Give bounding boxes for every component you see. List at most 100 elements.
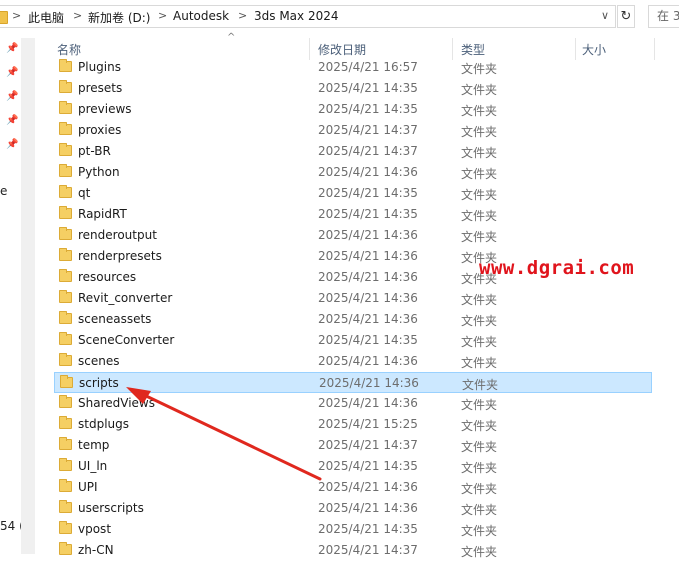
column-date[interactable]: 修改日期 [318,41,366,58]
table-row[interactable]: SceneConverter 2025/4/21 14:35 文件夹 [54,330,652,351]
folder-icon [60,375,73,388]
file-date: 2025/4/21 14:35 [318,522,418,536]
search-input[interactable]: 在 3 [648,5,679,28]
folder-icon [59,164,72,177]
file-name[interactable]: SharedViews [78,396,155,410]
refresh-icon[interactable]: ↻ [617,5,635,28]
table-row[interactable]: vpost 2025/4/21 14:35 文件夹 [54,519,652,540]
file-type: 文件夹 [461,482,498,496]
chevron-right-icon[interactable]: > [12,9,21,22]
pin-icon[interactable]: 📌 [6,92,18,102]
file-name[interactable]: RapidRT [78,207,127,221]
file-date: 2025/4/21 14:36 [318,354,418,368]
file-name[interactable]: SceneConverter [78,333,174,347]
table-row[interactable]: RapidRT 2025/4/21 14:35 文件夹 [54,204,652,225]
folder-icon [59,80,72,93]
chevron-right-icon[interactable]: > [238,9,247,22]
folder-icon [59,248,72,261]
table-row[interactable]: Python 2025/4/21 14:36 文件夹 [54,162,652,183]
chevron-right-icon[interactable]: > [73,9,82,22]
table-row-selected[interactable]: scripts 2025/4/21 14:36 文件夹 [54,372,652,393]
file-name[interactable]: renderpresets [78,249,162,263]
file-name[interactable]: pt-BR [78,144,111,158]
file-name[interactable]: scenes [78,354,119,368]
file-name[interactable]: stdplugs [78,417,129,431]
chevron-down-icon[interactable]: ∨ [601,9,609,22]
folder-icon [59,479,72,492]
breadcrumb-drive-d[interactable]: 新加卷 (D:) [88,9,150,26]
file-name[interactable]: scripts [79,376,119,390]
breadcrumb-autodesk[interactable]: Autodesk [173,9,229,23]
file-type: 文件夹 [461,356,498,370]
file-type: 文件夹 [461,146,498,160]
file-type: 文件夹 [461,545,498,559]
sort-up-icon: ^ [227,32,236,43]
table-row[interactable]: proxies 2025/4/21 14:37 文件夹 [54,120,652,141]
file-name[interactable]: temp [78,438,109,452]
nav-item-partial[interactable]: e [0,184,7,198]
table-row[interactable]: SharedViews 2025/4/21 14:36 文件夹 [54,393,652,414]
table-row[interactable]: UI_ln 2025/4/21 14:35 文件夹 [54,456,652,477]
file-name[interactable]: qt [78,186,90,200]
file-name[interactable]: vpost [78,522,111,536]
file-date: 2025/4/21 14:36 [318,270,418,284]
column-size[interactable]: 大小 [582,41,606,58]
breadcrumb-3dsmax[interactable]: 3ds Max 2024 [254,9,338,23]
address-box[interactable]: > 此电脑 > 新加卷 (D:) > Autodesk > 3ds Max 20… [0,5,616,28]
file-name[interactable]: resources [78,270,136,284]
file-type: 文件夹 [461,503,498,517]
file-name[interactable]: sceneassets [78,312,151,326]
file-name[interactable]: Revit_converter [78,291,172,305]
file-name[interactable]: Plugins [78,60,121,74]
folder-icon [59,185,72,198]
table-row[interactable]: Plugins 2025/4/21 16:57 文件夹 [54,57,652,78]
file-type: 文件夹 [461,314,498,328]
file-name[interactable]: zh-CN [78,543,114,557]
column-divider[interactable] [654,38,655,60]
table-row[interactable]: sceneassets 2025/4/21 14:36 文件夹 [54,309,652,330]
file-name[interactable]: UPI [78,480,98,494]
file-name[interactable]: userscripts [78,501,144,515]
file-date: 2025/4/21 14:37 [318,123,418,137]
table-row[interactable]: presets 2025/4/21 14:35 文件夹 [54,78,652,99]
file-name[interactable]: previews [78,102,132,116]
column-type[interactable]: 类型 [461,41,485,58]
file-date: 2025/4/21 14:36 [318,312,418,326]
pin-icon[interactable]: 📌 [6,116,18,126]
table-row[interactable]: stdplugs 2025/4/21 15:25 文件夹 [54,414,652,435]
table-row[interactable]: pt-BR 2025/4/21 14:37 文件夹 [54,141,652,162]
chevron-right-icon[interactable]: > [158,9,167,22]
table-row[interactable]: UPI 2025/4/21 14:36 文件夹 [54,477,652,498]
breadcrumb-this-pc[interactable]: 此电脑 [28,9,64,26]
folder-icon [59,437,72,450]
pin-icon[interactable]: 📌 [6,68,18,78]
table-row[interactable]: Revit_converter 2025/4/21 14:36 文件夹 [54,288,652,309]
file-type: 文件夹 [461,398,498,412]
file-name[interactable]: renderoutput [78,228,157,242]
folder-icon [59,143,72,156]
table-row[interactable]: scenes 2025/4/21 14:36 文件夹 [54,351,652,372]
file-name[interactable]: proxies [78,123,121,137]
folder-icon [59,416,72,429]
file-name[interactable]: UI_ln [78,459,107,473]
file-type: 文件夹 [461,188,498,202]
file-name[interactable]: Python [78,165,120,179]
folder-icon [59,500,72,513]
table-row[interactable]: zh-CN 2025/4/21 14:37 文件夹 [54,540,652,561]
pin-icon[interactable]: 📌 [6,44,18,54]
table-row[interactable]: userscripts 2025/4/21 14:36 文件夹 [54,498,652,519]
file-date: 2025/4/21 16:57 [318,60,418,74]
file-date: 2025/4/21 14:35 [318,102,418,116]
table-row[interactable]: qt 2025/4/21 14:35 文件夹 [54,183,652,204]
file-name[interactable]: presets [78,81,122,95]
column-name[interactable]: 名称 [57,41,81,58]
table-row[interactable]: previews 2025/4/21 14:35 文件夹 [54,99,652,120]
folder-icon [59,353,72,366]
table-row[interactable]: temp 2025/4/21 14:37 文件夹 [54,435,652,456]
file-type: 文件夹 [461,125,498,139]
table-row[interactable]: renderoutput 2025/4/21 14:36 文件夹 [54,225,652,246]
address-bar[interactable]: > 此电脑 > 新加卷 (D:) > Autodesk > 3ds Max 20… [0,0,679,34]
nav-scrollbar[interactable] [21,38,35,554]
folder-icon [59,521,72,534]
pin-icon[interactable]: 📌 [6,140,18,150]
